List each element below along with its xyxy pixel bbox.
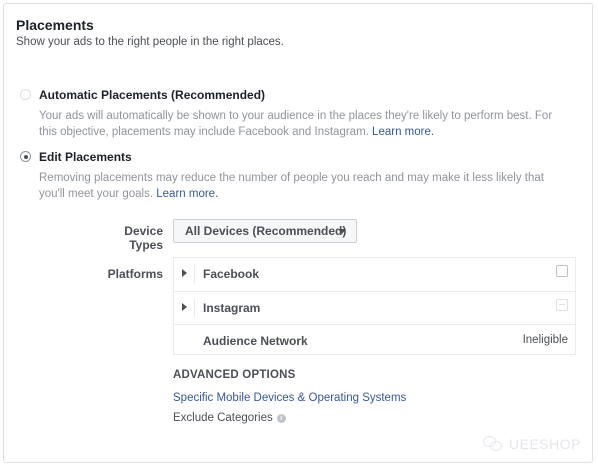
specific-devices-link[interactable]: Specific Mobile Devices & Operating Syst… <box>173 392 406 404</box>
platform-name: Instagram <box>203 301 261 315</box>
device-types-label: Device Types <box>124 224 163 252</box>
info-icon[interactable]: i <box>276 414 286 423</box>
section-subtitle: Show your ads to the right people in the… <box>16 36 284 48</box>
edit-placements-radio[interactable] <box>20 151 31 162</box>
platforms-label: Platforms <box>107 267 163 281</box>
edit-description-text: Removing placements may reduce the numbe… <box>39 172 544 200</box>
wechat-icon <box>483 436 505 452</box>
automatic-placements-description: Your ads will automatically be shown to … <box>39 108 559 140</box>
device-types-dropdown[interactable]: All Devices (Recommended) <box>173 219 357 243</box>
exclude-categories-label[interactable]: Exclude Categories <box>173 412 273 424</box>
watermark-text: UEESHOP <box>509 436 581 452</box>
automatic-learn-more-link[interactable]: Learn more. <box>372 126 434 138</box>
platform-row-instagram[interactable]: Instagram <box>174 291 575 323</box>
device-types-value: All Devices (Recommended) <box>185 224 347 238</box>
facebook-checkbox[interactable] <box>556 265 568 277</box>
automatic-placements-label[interactable]: Automatic Placements (Recommended) <box>39 88 265 102</box>
edit-placements-description: Removing placements may reduce the numbe… <box>39 170 559 202</box>
section-title: Placements <box>16 17 94 33</box>
row-divider <box>194 265 195 283</box>
platform-name: Audience Network <box>203 334 308 348</box>
expand-arrow-icon[interactable] <box>182 303 187 311</box>
platform-row-facebook[interactable]: Facebook <box>174 258 575 290</box>
platform-row-audience-network: Audience Network Ineligible <box>174 324 575 356</box>
automatic-description-text: Your ads will automatically be shown to … <box>39 110 553 138</box>
instagram-checkbox[interactable] <box>556 299 568 311</box>
watermark: UEESHOP <box>483 436 581 452</box>
exclude-categories[interactable]: Exclude Categories i <box>173 412 286 424</box>
caret-down-icon <box>338 229 346 234</box>
row-divider <box>194 299 195 317</box>
platforms-list: Facebook Instagram Audience Network Inel… <box>173 257 576 355</box>
edit-learn-more-link[interactable]: Learn more. <box>156 188 218 200</box>
expand-arrow-icon[interactable] <box>182 269 187 277</box>
ineligible-status: Ineligible <box>522 334 568 346</box>
automatic-placements-radio[interactable] <box>20 89 31 100</box>
edit-placements-label[interactable]: Edit Placements <box>39 150 132 164</box>
platform-name: Facebook <box>203 267 260 281</box>
advanced-options-heading: ADVANCED OPTIONS <box>173 369 296 381</box>
